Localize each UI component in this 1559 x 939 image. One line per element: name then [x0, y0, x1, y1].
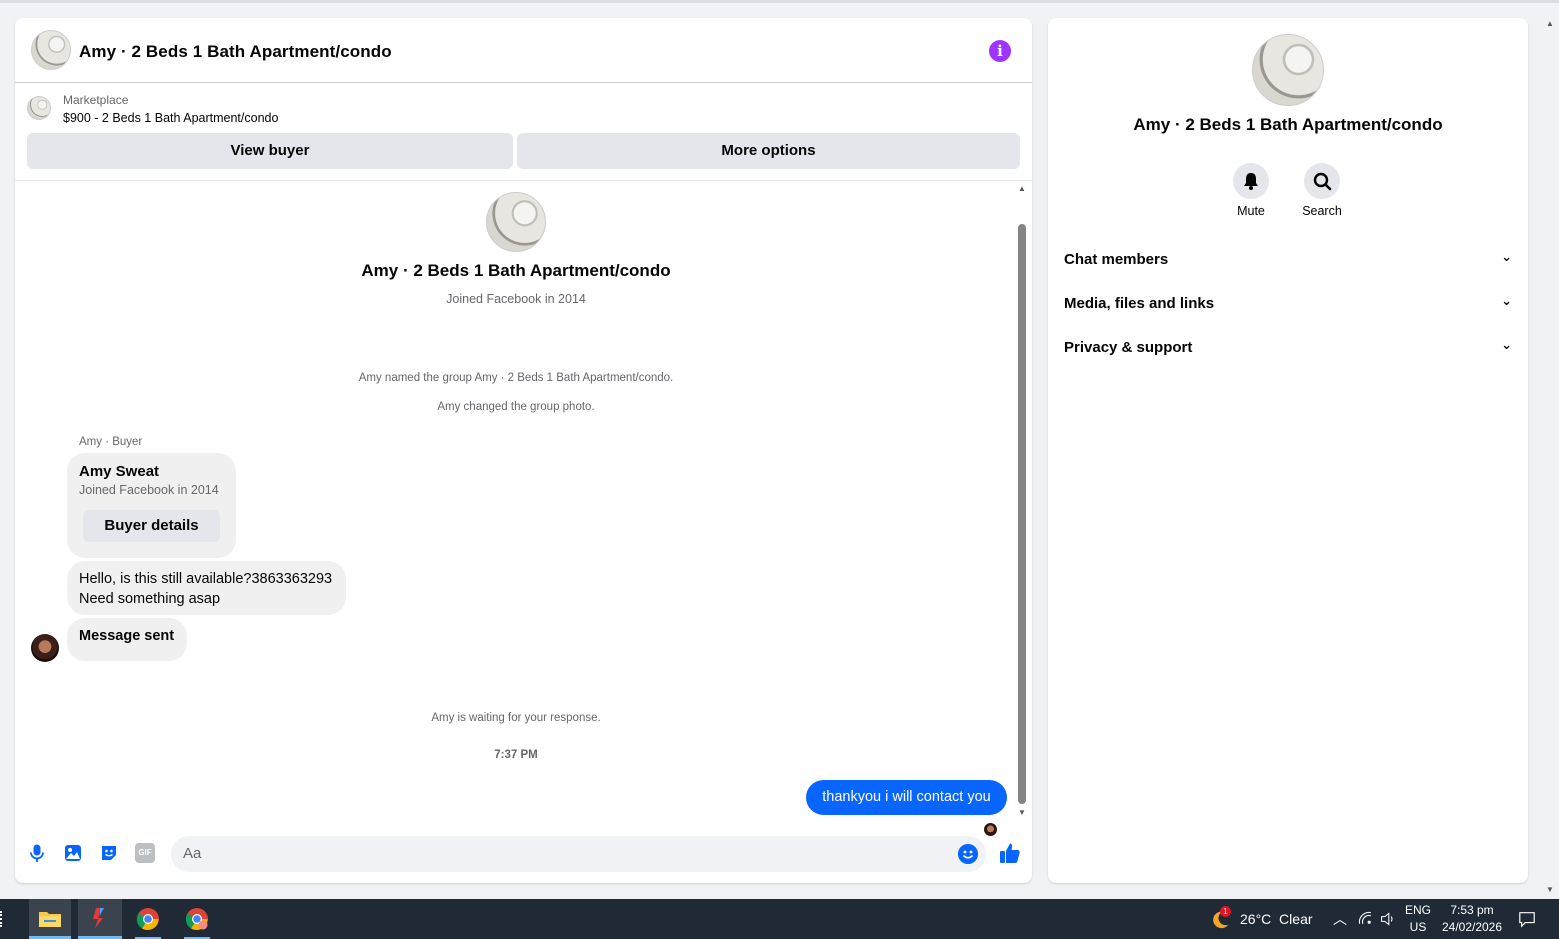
- view-buyer-button[interactable]: View buyer: [27, 133, 513, 169]
- message-input-placeholder: Aa: [183, 845, 202, 862]
- weather-badge: 1: [1220, 906, 1231, 917]
- chrome-icon: [136, 908, 159, 930]
- clock-date: 24/02/2026: [1441, 920, 1503, 934]
- group-avatar[interactable]: [31, 30, 71, 70]
- taskbar-app[interactable]: [78, 899, 122, 939]
- buyer-name: Amy Sweat: [79, 463, 160, 480]
- buyer-avatar[interactable]: [31, 634, 59, 662]
- taskbar-file-explorer[interactable]: [29, 899, 71, 939]
- page-scroll-down-arrow[interactable]: ▼: [1546, 885, 1554, 894]
- message-scrollbar[interactable]: [1018, 224, 1026, 804]
- gif-icon[interactable]: GIF: [135, 843, 155, 863]
- section-privacy-support[interactable]: Privacy & support ⌄: [1064, 337, 1512, 383]
- chrome-icon: [185, 908, 208, 930]
- listing-thumbnail[interactable]: [27, 96, 51, 120]
- volume-icon[interactable]: [1380, 911, 1396, 927]
- outgoing-message-bubble[interactable]: thankyou i will contact you: [806, 780, 1007, 815]
- conversation-info-panel: Amy · 2 Beds 1 Bath Apartment/condo Mute…: [1048, 18, 1528, 883]
- clock-time: 7:53 pm: [1450, 903, 1494, 917]
- sender-label: Amy · Buyer: [79, 436, 143, 448]
- wifi-icon[interactable]: [1358, 911, 1374, 927]
- app-icon: [93, 908, 104, 928]
- weather-text[interactable]: 26°C Clear: [1240, 911, 1313, 927]
- emoji-icon[interactable]: [958, 844, 978, 864]
- system-message: Amy named the group Amy · 2 Beds 1 Bath …: [358, 372, 674, 384]
- group-photo[interactable]: [1252, 34, 1324, 106]
- language-code: ENG: [1404, 903, 1431, 917]
- bell-icon: [1244, 173, 1258, 190]
- marketplace-banner: Marketplace $900 - 2 Beds 1 Bath Apartme…: [15, 84, 1032, 181]
- windows-taskbar: 1 26°C Clear ︿ ENG US 7:53 pm 24/02/2026: [0, 899, 1559, 939]
- action-circle: [1304, 163, 1340, 199]
- clock[interactable]: 7:53 pm 24/02/2026: [1436, 903, 1508, 934]
- message-input[interactable]: Aa: [171, 836, 986, 872]
- top-border: [0, 0, 1559, 3]
- notification-icon[interactable]: [1518, 910, 1536, 928]
- message-bubble[interactable]: Message sent: [67, 618, 187, 661]
- buyer-details-button[interactable]: Buyer details: [83, 510, 220, 542]
- chevron-up-icon[interactable]: ︿: [1333, 909, 1347, 929]
- like-icon[interactable]: [999, 842, 1021, 864]
- info-panel-name: Amy · 2 Beds 1 Bath Apartment/condo: [1133, 115, 1443, 134]
- conversation-title[interactable]: Amy · 2 Beds 1 Bath Apartment/condo: [79, 42, 392, 62]
- section-label: Chat members: [1064, 251, 1169, 268]
- section-label: Media, files and links: [1064, 295, 1215, 312]
- mute-label: Mute: [1237, 204, 1265, 218]
- more-options-button[interactable]: More options: [517, 133, 1020, 169]
- chevron-down-icon: ⌄: [1501, 249, 1512, 264]
- message-line: Message sent: [79, 628, 175, 644]
- chevron-down-icon: ⌄: [1501, 337, 1512, 352]
- composer: GIF Aa: [15, 832, 1032, 883]
- section-chat-members[interactable]: Chat members ⌄: [1064, 249, 1512, 295]
- taskbar-chrome-profile[interactable]: [176, 899, 218, 939]
- file-explorer-icon: [39, 912, 61, 927]
- search-label: Search: [1302, 204, 1342, 218]
- search-button[interactable]: Search: [1287, 163, 1357, 218]
- message-text: Hello, is this still available?386336329…: [79, 569, 332, 609]
- message-timestamp: 7:37 PM: [494, 749, 538, 761]
- message-bubble[interactable]: Hello, is this still available?386336329…: [67, 561, 346, 615]
- info-icon[interactable]: i: [989, 40, 1011, 62]
- microphone-icon[interactable]: [27, 843, 47, 863]
- page-scroll-up-arrow[interactable]: ▲: [1546, 19, 1554, 28]
- sticker-icon[interactable]: [99, 843, 119, 863]
- chat-header: Amy · 2 Beds 1 Bath Apartment/condo i: [15, 18, 1032, 83]
- marketplace-label: Marketplace: [63, 93, 129, 107]
- action-circle: [1233, 163, 1269, 199]
- intro-name: Amy · 2 Beds 1 Bath Apartment/condo: [361, 261, 671, 280]
- chevron-down-icon: ⌄: [1501, 293, 1512, 308]
- section-label: Privacy & support: [1064, 339, 1193, 356]
- intro-avatar[interactable]: [486, 192, 546, 252]
- buyer-card: Amy Sweat Joined Facebook in 2014 Buyer …: [67, 453, 236, 558]
- system-message: Amy changed the group photo.: [437, 401, 595, 413]
- photo-icon[interactable]: [63, 843, 83, 863]
- intro-joined: Joined Facebook in 2014: [446, 292, 586, 306]
- scroll-down-arrow[interactable]: ▼: [1017, 808, 1027, 818]
- chat-panel: Amy · 2 Beds 1 Bath Apartment/condo i Ma…: [15, 18, 1032, 883]
- buyer-joined: Joined Facebook in 2014: [79, 483, 219, 497]
- scroll-up-arrow[interactable]: ▲: [1017, 184, 1027, 194]
- message-line: Hello, is this still available?386336329…: [79, 571, 333, 587]
- section-media-files-links[interactable]: Media, files and links ⌄: [1064, 293, 1512, 339]
- message-line: Need something asap: [79, 591, 221, 607]
- waiting-notice: Amy is waiting for your response.: [431, 712, 601, 724]
- task-view-icon[interactable]: [0, 911, 6, 927]
- keyboard-layout: US: [1409, 920, 1427, 934]
- listing-title[interactable]: $900 - 2 Beds 1 Bath Apartment/condo: [63, 111, 278, 125]
- taskbar-chrome[interactable]: [127, 899, 169, 939]
- search-icon: [1313, 172, 1332, 191]
- language-indicator[interactable]: ENG US: [1402, 903, 1434, 934]
- mute-button[interactable]: Mute: [1216, 163, 1286, 218]
